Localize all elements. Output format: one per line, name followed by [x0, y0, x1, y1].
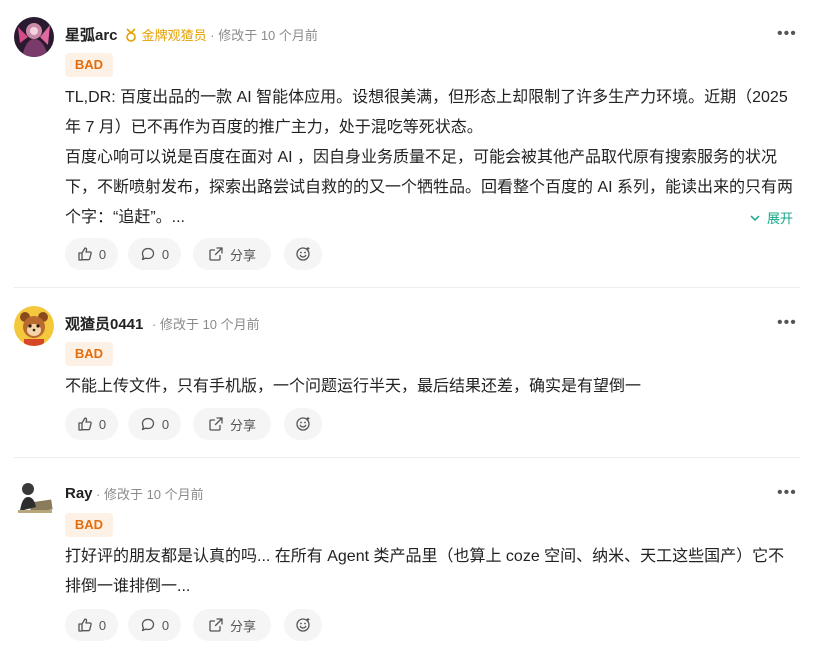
comment-body: 打好评的朋友都是认真的吗... 在所有 Agent 类产品里（也算上 coze … [65, 542, 785, 602]
comment-time: 修改于 10 个月前 [159, 317, 260, 332]
comment-icon [141, 247, 155, 261]
divider [14, 457, 800, 458]
like-count: 0 [98, 617, 107, 633]
separator-dot: · [152, 317, 160, 332]
thumb-up-icon [78, 618, 92, 632]
emoji-icon [296, 417, 310, 431]
avatar[interactable] [14, 306, 54, 346]
user-meta: · 修改于 10 个月前 [96, 484, 204, 503]
rating-badge: BAD [65, 53, 113, 77]
share-icon [209, 247, 223, 261]
emoji-icon [296, 618, 310, 632]
reply-button[interactable]: 0 [128, 238, 181, 270]
medal-label: 金牌观猹员 [141, 28, 207, 43]
more-icon[interactable]: ••• [777, 26, 796, 45]
expand-button[interactable]: 展开 [749, 208, 793, 227]
comment-item: 星弧arc 金牌观猹员 · 修改于 10 个月前 ••• BAD TL,DR: … [0, 0, 813, 289]
reply-button[interactable]: 0 [128, 609, 181, 641]
avatar[interactable] [14, 477, 54, 517]
comment-paragraph: 不能上传文件，只有手机版，一个问题运行半天，最后结果还差，确实是有望倒一 [65, 378, 642, 395]
comment-paragraph: TL,DR: 百度出品的一款 AI 智能体应用。设想很美满，但形态上却限制了许多… [65, 89, 788, 136]
share-label: 分享 [229, 618, 256, 634]
rating-badge: BAD [65, 342, 113, 366]
username[interactable]: 观猹员0441 [65, 313, 143, 334]
comment-time: 修改于 10 个月前 [218, 28, 318, 43]
user-meta: 金牌观猹员 · 修改于 10 个月前 [124, 25, 318, 44]
username[interactable]: 星弧arc [65, 24, 118, 45]
user-meta: · 修改于 10 个月前 [152, 314, 260, 333]
share-button[interactable]: 分享 [193, 609, 271, 641]
comment-paragraph: 百度心响可以说是百度在面对 AI ，因自身业务质量不足，可能会被其他产品取代原有… [65, 149, 794, 226]
share-label: 分享 [229, 247, 256, 263]
emoji-button[interactable] [284, 408, 322, 440]
reply-button[interactable]: 0 [128, 408, 181, 440]
rating-badge: BAD [65, 513, 113, 537]
avatar[interactable] [14, 17, 54, 57]
thumb-up-icon [78, 417, 92, 431]
share-label: 分享 [229, 417, 256, 433]
comment-item: Ray · 修改于 10 个月前 ••• BAD 打好评的朋友都是认真的吗...… [0, 459, 813, 661]
reply-count: 0 [161, 617, 170, 633]
emoji-button[interactable] [284, 609, 322, 641]
share-icon [209, 618, 223, 632]
reply-count: 0 [161, 416, 170, 432]
comment-body: TL,DR: 百度出品的一款 AI 智能体应用。设想很美满，但形态上却限制了许多… [65, 83, 805, 233]
like-button[interactable]: 0 [65, 609, 118, 641]
share-button[interactable]: 分享 [193, 238, 271, 270]
username[interactable]: Ray [65, 485, 93, 502]
reply-count: 0 [161, 246, 170, 262]
share-icon [209, 417, 223, 431]
comment-paragraph: 打好评的朋友都是认真的吗... 在所有 Agent 类产品里（也算上 coze … [65, 548, 785, 595]
like-count: 0 [98, 246, 107, 262]
emoji-button[interactable] [284, 238, 322, 270]
comment-icon [141, 417, 155, 431]
comment-item: 观猹员0441 · 修改于 10 个月前 ••• BAD 不能上传文件，只有手机… [0, 289, 813, 459]
like-button[interactable]: 0 [65, 408, 118, 440]
thumb-up-icon [78, 247, 92, 261]
medal-icon [126, 28, 136, 42]
emoji-icon [296, 247, 310, 261]
more-icon[interactable]: ••• [777, 485, 796, 504]
share-button[interactable]: 分享 [193, 408, 271, 440]
like-button[interactable]: 0 [65, 238, 118, 270]
expand-label: 展开 [766, 211, 793, 226]
separator-dot: · [96, 487, 104, 502]
comment-icon [141, 618, 155, 632]
comment-body: 不能上传文件，只有手机版，一个问题运行半天，最后结果还差，确实是有望倒一 [65, 372, 805, 402]
comment-time: 修改于 10 个月前 [103, 487, 204, 502]
divider [14, 287, 800, 288]
like-count: 0 [98, 416, 107, 432]
more-icon[interactable]: ••• [777, 315, 796, 334]
chevron-down-icon [750, 215, 760, 222]
